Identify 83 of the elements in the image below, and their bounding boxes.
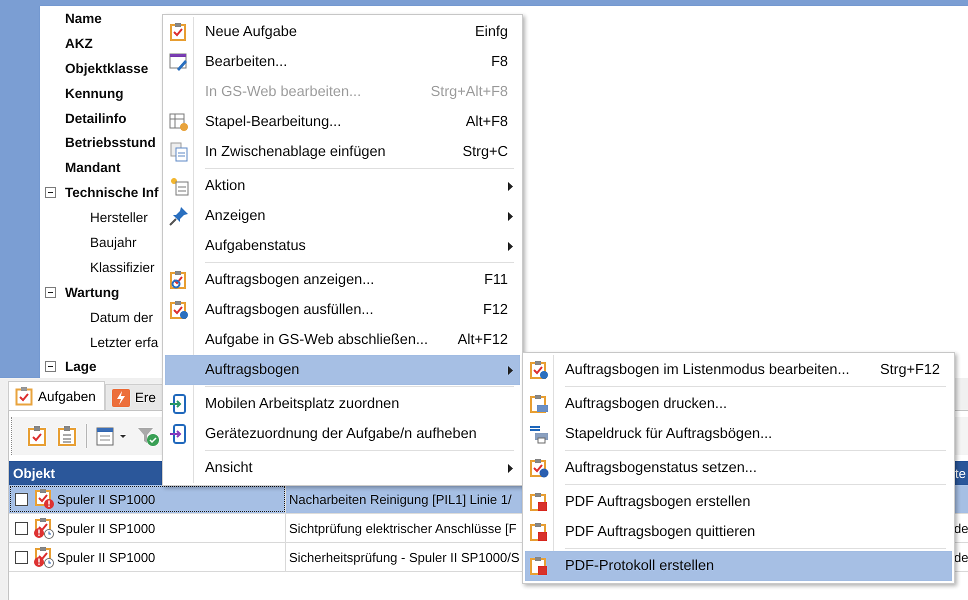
tab[interactable]: Ere — [104, 384, 165, 410]
submenu-arrow-icon — [508, 464, 514, 472]
menu-item[interactable]: Auftragsbogen drucken... — [525, 389, 952, 419]
checkbox[interactable] — [15, 492, 28, 506]
clipboard-icon — [529, 360, 549, 380]
property-label: Letzter erfa — [90, 334, 158, 350]
submenu-arrow-icon — [508, 212, 514, 220]
menu-item[interactable]: Auftragsbogen im Listenmodus bearbeiten... Strg+F12 — [525, 355, 952, 385]
submenu-arrow-icon — [508, 366, 514, 374]
property-label: Betriebsstund — [65, 135, 156, 150]
table-cell: Sicherheitsprüfung - Spuler II SP1000/S — [289, 550, 520, 564]
menu-item[interactable]: PDF Auftragsbogen erstellen — [525, 487, 952, 517]
menu-item[interactable]: Stapeldruck für Auftragsbögen... — [525, 419, 952, 449]
task-warning-icon — [33, 488, 55, 510]
table-cell: Spuler II SP1000 — [57, 520, 156, 536]
copy-icon — [169, 142, 189, 162]
table-cell: Nacharbeiten Reinigung [PIL1] Linie 1/ — [289, 492, 512, 506]
property-label: Objektklasse — [65, 60, 148, 76]
property-label: Baujahr — [90, 234, 137, 250]
menu-item[interactable]: Gerätezuordnung der Aufgabe/n aufheben — [165, 419, 520, 449]
clipboard-icon — [169, 300, 189, 320]
menu-item[interactable]: PDF-Protokoll erstellen — [525, 551, 952, 581]
table-cell: Spuler II SP1000 — [57, 492, 156, 506]
task-overdue-icon — [33, 546, 55, 568]
sparkle-list-icon — [169, 176, 189, 196]
submenu-arrow-icon — [508, 242, 514, 250]
property-label: Detailinfo — [65, 110, 127, 126]
menu-item[interactable]: Neue Aufgabe Einfg — [165, 17, 520, 47]
property-label: Datum der — [90, 310, 154, 325]
task-overdue-icon — [33, 517, 55, 539]
checkbox[interactable] — [15, 522, 28, 534]
menu-item[interactable]: Bearbeiten... F8 — [165, 47, 520, 77]
column-header[interactable]: te — [953, 466, 968, 480]
clipboard-icon — [529, 522, 549, 542]
collapse-icon[interactable] — [45, 286, 56, 298]
property-label: Mandant — [65, 160, 120, 176]
table-cell: de — [954, 550, 968, 564]
menu-item[interactable]: Aufgabe in GS-Web abschließen... Alt+F12 — [165, 325, 520, 355]
clipboard-icon — [169, 270, 189, 290]
menu-item[interactable]: Auftragsbogen ausfüllen... F12 — [165, 295, 520, 325]
menu-item[interactable]: Mobilen Arbeitsplatz zuordnen — [165, 389, 520, 419]
edit-icon — [169, 52, 189, 72]
property-label: Name — [65, 10, 102, 26]
menu-item[interactable]: Auftragsbogen — [165, 355, 520, 385]
clipboard-check-icon[interactable] — [26, 425, 48, 447]
property-label: Hersteller — [90, 210, 148, 226]
menu-item[interactable]: Aktion — [165, 171, 520, 201]
printer-icon — [529, 424, 549, 444]
clipboard-list-icon[interactable] — [56, 425, 78, 447]
collapse-icon[interactable] — [45, 187, 56, 198]
table-cell: de — [954, 520, 968, 536]
menu-item[interactable]: Ansicht — [165, 453, 520, 483]
clipboard-icon — [529, 394, 549, 414]
menu-item[interactable]: Anzeigen — [165, 201, 520, 231]
lightning-icon — [112, 388, 130, 406]
checkbox[interactable] — [15, 550, 28, 564]
clipboard-icon — [529, 458, 549, 478]
clipboard-icon — [529, 492, 549, 512]
property-label: AKZ — [65, 36, 93, 51]
menu-item[interactable]: Aufgabenstatus — [165, 231, 520, 261]
table-edit-icon — [169, 112, 189, 132]
submenu-arrow-icon — [508, 182, 514, 190]
menu-item[interactable]: Stapel-Bearbeitung... Alt+F8 — [165, 107, 520, 137]
property-label: Lage — [65, 359, 97, 374]
property-label: Klassifizier — [90, 260, 155, 275]
property-label: Wartung — [65, 284, 120, 300]
table-cell: Sichtprüfung elektrischer Anschlüsse [F — [289, 520, 517, 536]
mobile-device-icon — [169, 424, 189, 444]
clipboard-icon — [169, 22, 189, 42]
menu-item[interactable]: In Zwischenablage einfügen Strg+C — [165, 137, 520, 167]
clipboard-check-icon — [15, 386, 33, 406]
property-label: Technische Inf — [65, 185, 159, 200]
filter-icon[interactable] — [137, 425, 159, 447]
tab[interactable]: Aufgaben — [8, 381, 105, 410]
menu-item[interactable]: Auftragsbogen anzeigen... F11 — [165, 265, 520, 295]
menu-item[interactable]: Auftragsbogenstatus setzen... — [525, 453, 952, 483]
clipboard-icon — [529, 556, 549, 576]
mobile-device-icon — [169, 394, 189, 414]
property-label: Kennung — [65, 86, 124, 101]
pin-icon — [169, 206, 189, 226]
view-dropdown-icon[interactable] — [95, 425, 129, 447]
table-cell: Spuler II SP1000 — [57, 550, 156, 564]
collapse-icon[interactable] — [45, 361, 56, 372]
